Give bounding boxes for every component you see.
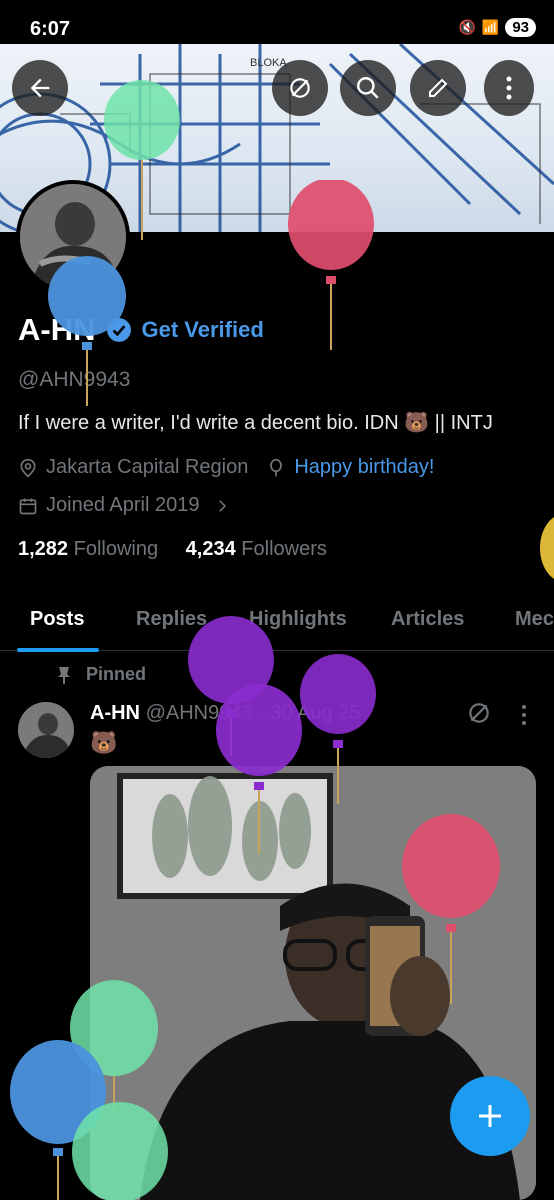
balloon-icon (216, 684, 302, 854)
tab-articles[interactable]: Articles (391, 608, 464, 631)
more-vertical-icon[interactable] (520, 704, 528, 726)
battery-indicator: 93 (505, 18, 536, 37)
balloon-icon (104, 80, 180, 240)
grok-icon[interactable] (466, 700, 492, 726)
balloon-icon (288, 180, 374, 350)
pin-icon (58, 666, 70, 684)
edit-icon (429, 78, 448, 97)
search-icon (357, 77, 379, 99)
balloon-icon (72, 1102, 168, 1200)
balloon-icon (402, 814, 500, 1004)
follow-counts: 1,282 Following 4,234 Followers (18, 538, 327, 561)
wifi-icon: 📶 (481, 19, 500, 35)
following-link[interactable]: 1,282 Following (18, 538, 158, 560)
followers-count: 4,234 (185, 538, 236, 560)
tab-media[interactable]: Mec (515, 608, 554, 631)
following-count: 1,282 (18, 538, 69, 560)
profile-bio: If I were a writer, I'd write a decent b… (18, 412, 493, 434)
back-button[interactable] (12, 60, 68, 116)
get-verified-link[interactable]: Get Verified (142, 317, 264, 343)
post-text: 🐻 (90, 730, 118, 755)
pinned-label: Pinned (86, 664, 147, 684)
profile-joined: Joined April 2019 (46, 494, 200, 516)
pinned-label-row: Pinned (56, 664, 146, 685)
balloon-icon (48, 256, 126, 406)
tab-active-indicator (17, 648, 99, 652)
chevron-right-icon (219, 499, 227, 512)
birthday-link[interactable]: Happy birthday! (294, 456, 434, 479)
balloon-icon (300, 654, 376, 804)
post-author-name[interactable]: A-HN (90, 702, 140, 724)
profile-tabs: Posts Replies Highlights Articles Mec (0, 590, 554, 651)
profile-joined-row[interactable]: Joined April 2019 (18, 494, 231, 517)
plus-icon (479, 1105, 501, 1127)
tab-posts[interactable]: Posts (30, 608, 84, 631)
back-arrow-icon (30, 78, 50, 98)
followers-label: Followers (241, 538, 327, 560)
profile-location: Jakarta Capital Region (46, 456, 249, 478)
more-vertical-icon (506, 76, 512, 100)
balloon-icon (270, 458, 283, 476)
status-time: 6:07 (30, 18, 71, 40)
post-avatar[interactable] (18, 702, 74, 758)
more-options-button[interactable] (484, 60, 534, 116)
status-icons: 🔇 📶 93 (458, 18, 536, 37)
following-label: Following (73, 538, 159, 560)
edit-button[interactable] (410, 60, 466, 116)
profile-meta-row: Jakarta Capital Region Happy birthday! (18, 456, 434, 479)
grok-icon (290, 78, 310, 98)
mute-icon: 🔇 (458, 19, 476, 35)
followers-link[interactable]: 4,234 Followers (186, 538, 327, 560)
search-button[interactable] (340, 60, 396, 116)
balloon-icon (540, 517, 554, 579)
calendar-icon (19, 498, 37, 514)
compose-button[interactable] (450, 1076, 530, 1156)
status-bar: 6:07 🔇 📶 93 (0, 0, 554, 46)
location-icon (20, 458, 36, 477)
grok-button[interactable] (272, 60, 328, 116)
